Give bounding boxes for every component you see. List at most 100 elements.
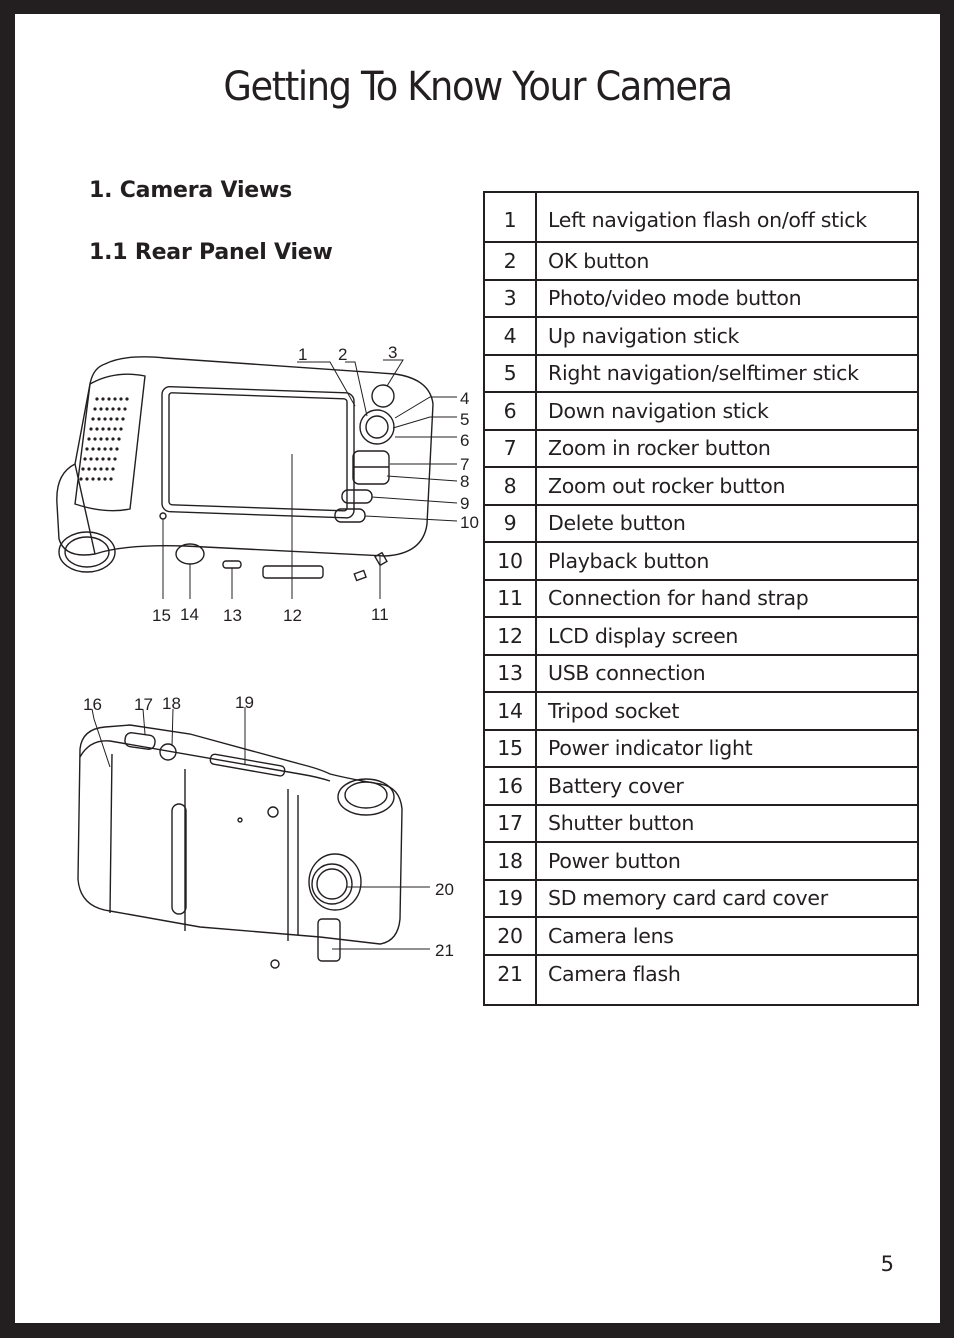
- table-row: 9 Delete button: [484, 503, 918, 542]
- battery-cover-seam: [109, 753, 113, 914]
- callout-19: 19: [235, 693, 254, 712]
- part-description: Shutter button: [536, 803, 918, 842]
- part-number: 3: [484, 278, 537, 317]
- callout-2: 2: [338, 345, 348, 364]
- manual-page: Getting To Know Your Camera 1. Camera Vi…: [15, 14, 940, 1323]
- table-row: 1 Left navigation flash on/off stick: [484, 191, 918, 242]
- table-row: 12 LCD display screen: [484, 616, 918, 655]
- callout-5: 5: [460, 410, 470, 429]
- callout-9: 9: [460, 494, 470, 513]
- part-number: 5: [484, 353, 537, 392]
- callout-8: 8: [460, 472, 470, 491]
- callout-18: 18: [162, 694, 181, 713]
- table-row: 10 Playback button: [484, 541, 918, 580]
- table-row: 18 Power button: [484, 841, 918, 880]
- part-number: 21: [484, 953, 537, 1005]
- part-description: Down navigation stick: [536, 391, 918, 430]
- part-description: Playback button: [536, 541, 918, 580]
- table-row: 14 Tripod socket: [484, 691, 918, 730]
- part-number: 20: [484, 916, 537, 955]
- callout-15: 15: [152, 606, 171, 625]
- table-row: 2 OK button: [484, 241, 918, 280]
- table-row: 13 USB connection: [484, 653, 918, 692]
- callout-17: 17: [134, 695, 153, 714]
- part-number: 16: [484, 766, 537, 805]
- callout-7: 7: [460, 455, 470, 474]
- parts-table-body: 1 Left navigation flash on/off stick 2 OK b…: [484, 191, 918, 1005]
- callout-11: 11: [371, 605, 389, 624]
- part-description: SD memory card card cover: [536, 878, 918, 917]
- part-description: Delete button: [536, 503, 918, 542]
- callout-20: 20: [435, 880, 454, 899]
- callout-6: 6: [460, 431, 470, 450]
- part-number: 11: [484, 578, 537, 617]
- part-description: Connection for hand strap: [536, 578, 918, 617]
- rear-camera-illustration: [56, 356, 458, 599]
- part-number: 14: [484, 691, 537, 730]
- part-number: 18: [484, 841, 537, 880]
- part-description: Left navigation flash on/off stick: [536, 191, 918, 242]
- callout-12: 12: [283, 606, 302, 625]
- callout-13: 13: [223, 606, 242, 625]
- rear-panel-diagram: 1 2 3 4 5 6 7 8 9 10 11 12 13 14 15: [35, 324, 485, 624]
- part-description: Camera lens: [536, 916, 918, 955]
- table-row: 19 SD memory card card cover: [484, 878, 918, 917]
- callout-1: 1: [298, 345, 308, 364]
- table-row: 7 Zoom in rocker button: [484, 428, 918, 467]
- part-description: Up navigation stick: [536, 316, 918, 355]
- table-row: 20 Camera lens: [484, 916, 918, 955]
- part-description: Photo/video mode button: [536, 278, 918, 317]
- camera-body-outline: [77, 724, 403, 945]
- usb-port: [222, 560, 242, 569]
- tripod-socket: [175, 543, 205, 565]
- part-description: Battery cover: [536, 766, 918, 805]
- front-view-diagram: 16 17 18 19 20 21: [50, 679, 470, 1009]
- part-number: 1: [484, 191, 537, 242]
- part-number: 9: [484, 503, 537, 542]
- callout-21: 21: [435, 941, 454, 960]
- part-number: 7: [484, 428, 537, 467]
- part-number: 4: [484, 316, 537, 355]
- callout-3: 3: [388, 343, 398, 362]
- part-number: 10: [484, 541, 537, 580]
- part-number: 19: [484, 878, 537, 917]
- callout-10: 10: [460, 513, 479, 532]
- shutter-button: [124, 732, 156, 750]
- mode-button: [371, 384, 395, 408]
- callout-leaders: [162, 359, 458, 599]
- rear-lens: [58, 531, 116, 573]
- power-light: [159, 512, 167, 520]
- part-description: Power indicator light: [536, 728, 918, 767]
- part-description: LCD display screen: [536, 616, 918, 655]
- table-row: 8 Zoom out rocker button: [484, 466, 918, 505]
- table-row: 17 Shutter button: [484, 803, 918, 842]
- part-description: Power button: [536, 841, 918, 880]
- callout-leaders: [91, 707, 430, 950]
- lcd-frame: [161, 386, 355, 519]
- lcd-screen: [168, 392, 348, 512]
- front-camera-illustration: [77, 707, 430, 969]
- table-row: 11 Connection for hand strap: [484, 578, 918, 617]
- part-description: Zoom in rocker button: [536, 428, 918, 467]
- part-number: 15: [484, 728, 537, 767]
- section-heading: 1. Camera Views: [89, 178, 293, 203]
- table-row: 6 Down navigation stick: [484, 391, 918, 430]
- front-flash: [317, 918, 341, 962]
- part-number: 2: [484, 241, 537, 280]
- part-description: Tripod socket: [536, 691, 918, 730]
- subsection-heading: 1.1 Rear Panel View: [89, 240, 333, 265]
- table-row: 4 Up navigation stick: [484, 316, 918, 355]
- table-row: 16 Battery cover: [484, 766, 918, 805]
- part-number: 12: [484, 616, 537, 655]
- nav-pad: [359, 409, 395, 445]
- callout-4: 4: [460, 389, 470, 408]
- page-title: Getting To Know Your Camera: [223, 64, 733, 110]
- callout-14: 14: [180, 605, 199, 624]
- part-description: Right navigation/selftimer stick: [536, 353, 918, 392]
- parts-table: 1 Left navigation flash on/off stick 2 OK b…: [483, 191, 919, 1006]
- table-row: 15 Power indicator light: [484, 728, 918, 767]
- page-number: 5: [880, 1252, 894, 1276]
- part-description: Zoom out rocker button: [536, 466, 918, 505]
- part-number: 17: [484, 803, 537, 842]
- part-number: 6: [484, 391, 537, 430]
